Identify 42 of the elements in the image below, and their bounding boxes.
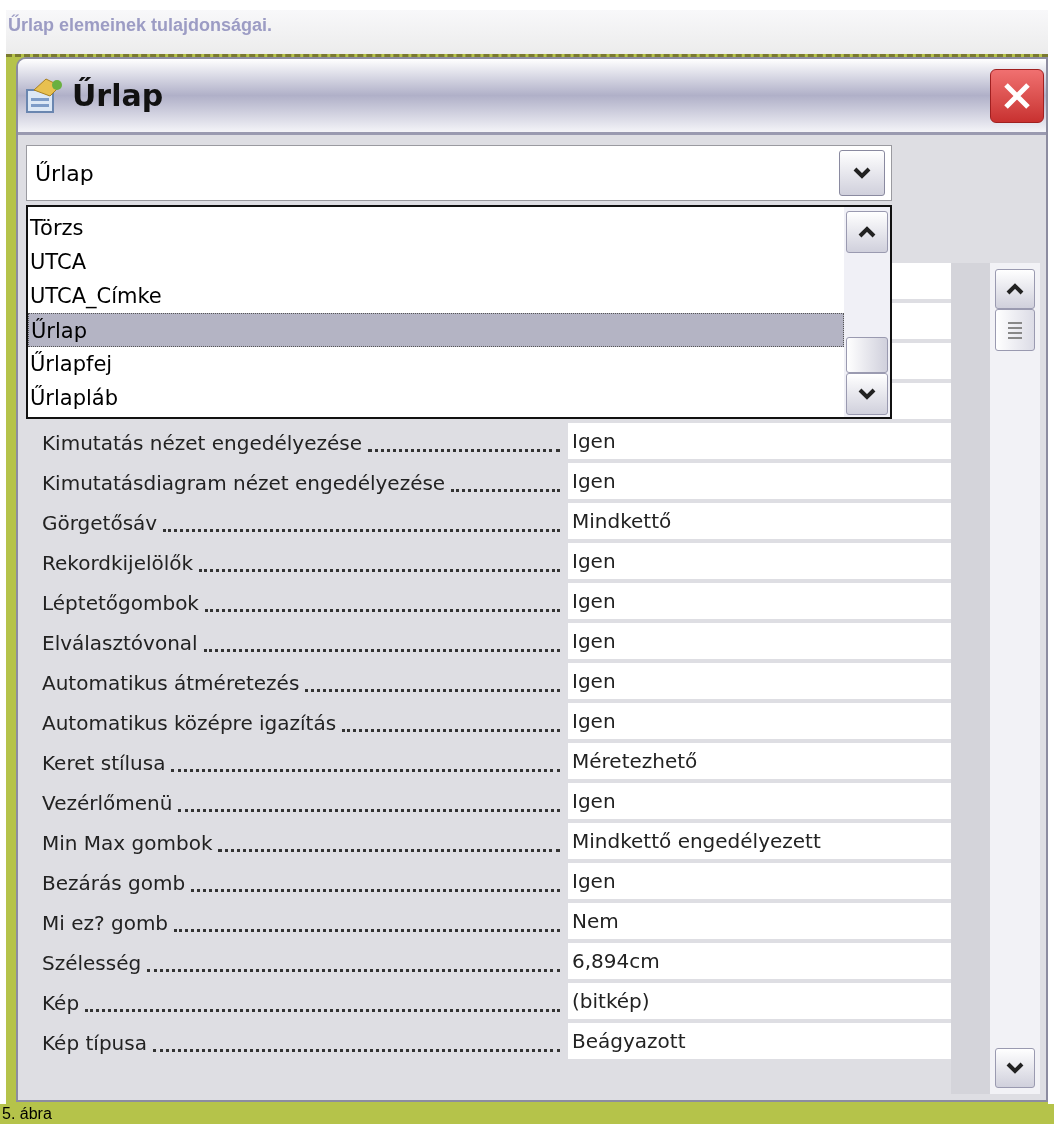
list-item[interactable]: UTCA_Címke xyxy=(28,279,844,313)
window-title: Űrlap xyxy=(72,76,165,115)
chevron-up-icon xyxy=(858,226,876,238)
chevron-down-icon xyxy=(1006,1062,1025,1074)
chevron-down-icon xyxy=(853,167,871,179)
property-name: Kép xyxy=(42,990,80,1017)
property-name: Keret stílusa xyxy=(42,750,166,777)
figure-caption: Űrlap elemeinek tulajdonságai. xyxy=(8,13,273,37)
property-name: Léptetőgombok xyxy=(42,590,199,617)
scroll-down-button[interactable] xyxy=(995,1048,1036,1088)
list-item[interactable]: Törzs xyxy=(28,211,844,245)
property-name: Kép típusa xyxy=(42,1030,147,1057)
chevron-down-icon xyxy=(858,388,876,400)
property-name: Rekordkijelölők xyxy=(42,550,194,577)
close-button[interactable] xyxy=(990,68,1044,123)
property-name: Automatikus középre igazítás xyxy=(42,710,337,737)
property-name: Kimutatásdiagram nézet engedélyezése xyxy=(42,470,446,497)
property-name: Szélesség xyxy=(42,950,142,977)
list-scroll-up-button[interactable] xyxy=(846,211,888,253)
property-name: Vezérlőmenü xyxy=(42,790,173,817)
property-name: Min Max gombok xyxy=(42,830,213,857)
scrollbar[interactable] xyxy=(990,263,1040,1094)
chevron-up-icon xyxy=(1006,283,1025,295)
property-name: Görgetősáv xyxy=(42,510,158,537)
list-item[interactable]: UTCA xyxy=(28,245,844,279)
property-name: Kimutatás nézet engedélyezése xyxy=(42,430,362,457)
figure-label: 5. ábra xyxy=(0,1104,1054,1124)
close-icon xyxy=(1002,80,1032,111)
combo-value: Űrlap xyxy=(35,159,95,188)
property-name: Automatikus átméretezés xyxy=(42,670,300,697)
property-name: Bezárás gomb xyxy=(42,870,186,897)
dropdown-button[interactable] xyxy=(839,150,885,196)
scroll-up-button[interactable] xyxy=(995,269,1036,309)
list-scroll-down-button[interactable] xyxy=(846,373,888,415)
list-item[interactable]: Űrlapláb xyxy=(28,381,844,415)
property-name: Mi ez? gomb xyxy=(42,910,169,937)
list-scroll-thumb[interactable] xyxy=(846,337,888,373)
property-name: Elválasztóvonal xyxy=(42,630,198,657)
object-combo[interactable]: Űrlap xyxy=(26,145,892,201)
scroll-thumb[interactable] xyxy=(995,309,1036,351)
list-item[interactable]: Űrlap xyxy=(28,313,844,347)
list-item[interactable]: Űrlapfej xyxy=(28,347,844,381)
